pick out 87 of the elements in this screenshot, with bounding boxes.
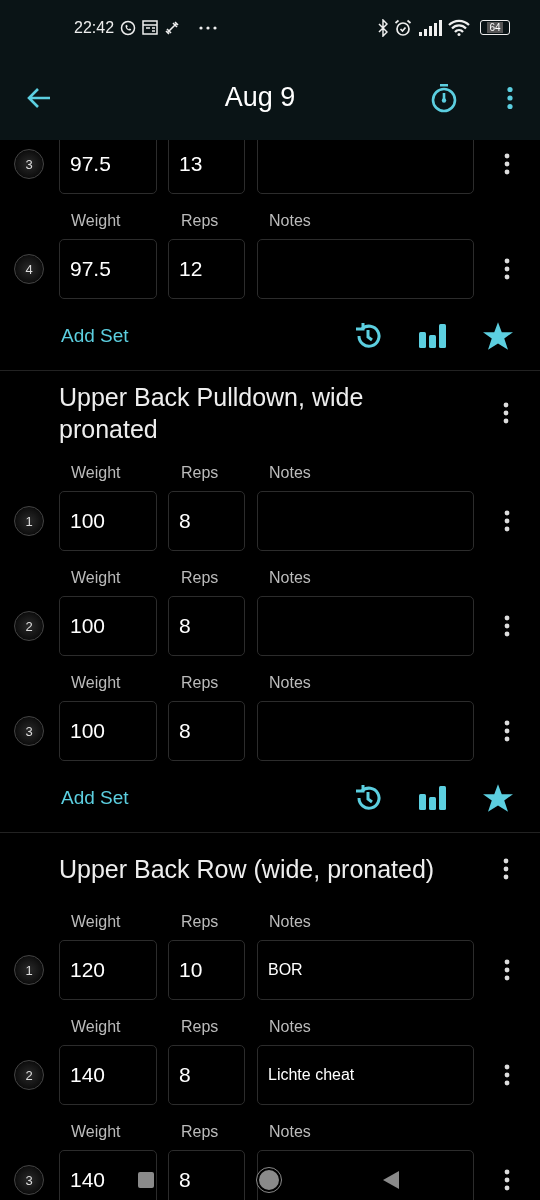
add-set-button[interactable]: Add Set — [61, 325, 129, 347]
more-options-icon[interactable] — [504, 720, 510, 742]
set-number: 2 — [14, 611, 44, 641]
input-field[interactable] — [257, 140, 474, 194]
set-number: 1 — [14, 506, 44, 536]
input-field[interactable]: 140 — [59, 1045, 157, 1105]
bluetooth-icon — [378, 18, 388, 37]
field-label: Reps — [181, 463, 220, 483]
back-icon[interactable] — [383, 1171, 399, 1189]
set-number: 3 — [14, 1165, 44, 1195]
input-field[interactable]: 8 — [168, 491, 245, 551]
field-label: Weight — [71, 673, 122, 693]
input-field[interactable]: 8 — [168, 596, 245, 656]
exercise-name: Upper Back Row (wide, pronated) — [59, 853, 436, 885]
chat-icon — [120, 19, 137, 36]
field-label: Reps — [181, 568, 220, 588]
field-label: Weight — [71, 211, 122, 231]
calendar-icon — [142, 20, 159, 35]
field-label: Reps — [181, 1122, 220, 1142]
input-field[interactable]: 97.5 — [59, 140, 157, 194]
input-field[interactable]: BOR — [257, 940, 474, 1000]
back-arrow-icon[interactable] — [26, 85, 52, 110]
field-label: Weight — [71, 912, 122, 932]
more-options-icon[interactable] — [504, 959, 510, 981]
status-time: 22:42 — [74, 18, 115, 37]
field-label: Notes — [269, 211, 311, 231]
set-number: 1 — [14, 955, 44, 985]
field-label: Weight — [71, 1017, 122, 1037]
signal-icon — [418, 19, 442, 36]
wifi-icon — [448, 19, 470, 36]
input-field[interactable] — [257, 491, 474, 551]
field-label: Reps — [181, 1017, 220, 1037]
more-options-icon[interactable] — [504, 153, 510, 175]
more-notifications-icon — [198, 24, 219, 31]
add-set-button[interactable]: Add Set — [61, 787, 129, 809]
input-field[interactable]: 97.5 — [59, 239, 157, 299]
input-field[interactable]: 10 — [168, 940, 245, 1000]
bar-chart-icon[interactable] — [419, 786, 447, 810]
input-field[interactable]: 100 — [59, 701, 157, 761]
field-label: Weight — [71, 1122, 122, 1142]
field-label: Notes — [269, 673, 311, 693]
more-options-icon[interactable] — [503, 857, 509, 880]
star-icon[interactable] — [483, 321, 513, 351]
input-field[interactable]: 120 — [59, 940, 157, 1000]
dumbbell-icon — [164, 19, 181, 36]
alarm-icon — [394, 18, 412, 37]
more-options-icon[interactable] — [504, 1064, 510, 1086]
field-label: Reps — [181, 912, 220, 932]
star-icon[interactable] — [483, 783, 513, 813]
input-field[interactable]: 13 — [168, 140, 245, 194]
more-options-icon[interactable] — [503, 402, 509, 424]
input-field[interactable] — [257, 701, 474, 761]
screen-title: Aug 9 — [223, 82, 297, 113]
input-field[interactable]: 100 — [59, 596, 157, 656]
field-label: Notes — [269, 568, 311, 588]
field-label: Reps — [181, 673, 220, 693]
more-options-icon[interactable] — [504, 615, 510, 637]
set-number: 3 — [14, 149, 44, 179]
input-field[interactable]: 12 — [168, 239, 245, 299]
bar-chart-icon[interactable] — [419, 324, 447, 348]
field-label: Weight — [71, 463, 122, 483]
exercise-name: Upper Back Pulldown, wide pronated — [59, 382, 365, 445]
home-icon[interactable] — [257, 1168, 281, 1192]
set-number: 3 — [14, 716, 44, 746]
field-label: Notes — [269, 1017, 311, 1037]
history-icon[interactable] — [353, 321, 383, 351]
more-options-icon[interactable] — [504, 1169, 510, 1191]
more-options-icon[interactable] — [506, 85, 514, 110]
set-number: 4 — [14, 254, 44, 284]
input-field[interactable]: 8 — [168, 1045, 245, 1105]
input-field[interactable]: 100 — [59, 491, 157, 551]
input-field[interactable]: 8 — [168, 1150, 245, 1200]
field-label: Notes — [269, 1122, 311, 1142]
field-label: Weight — [71, 568, 122, 588]
input-field[interactable]: Lichte cheat — [257, 1045, 474, 1105]
battery-indicator: 64 — [480, 20, 510, 35]
field-label: Reps — [181, 211, 220, 231]
input-field[interactable] — [257, 596, 474, 656]
more-options-icon[interactable] — [504, 510, 510, 532]
set-number: 2 — [14, 1060, 44, 1090]
field-label: Notes — [269, 912, 311, 932]
history-icon[interactable] — [353, 783, 383, 813]
more-options-icon[interactable] — [504, 258, 510, 280]
input-field[interactable]: 8 — [168, 701, 245, 761]
field-label: Notes — [269, 463, 311, 483]
stopwatch-icon[interactable] — [430, 82, 458, 113]
input-field[interactable] — [257, 239, 474, 299]
